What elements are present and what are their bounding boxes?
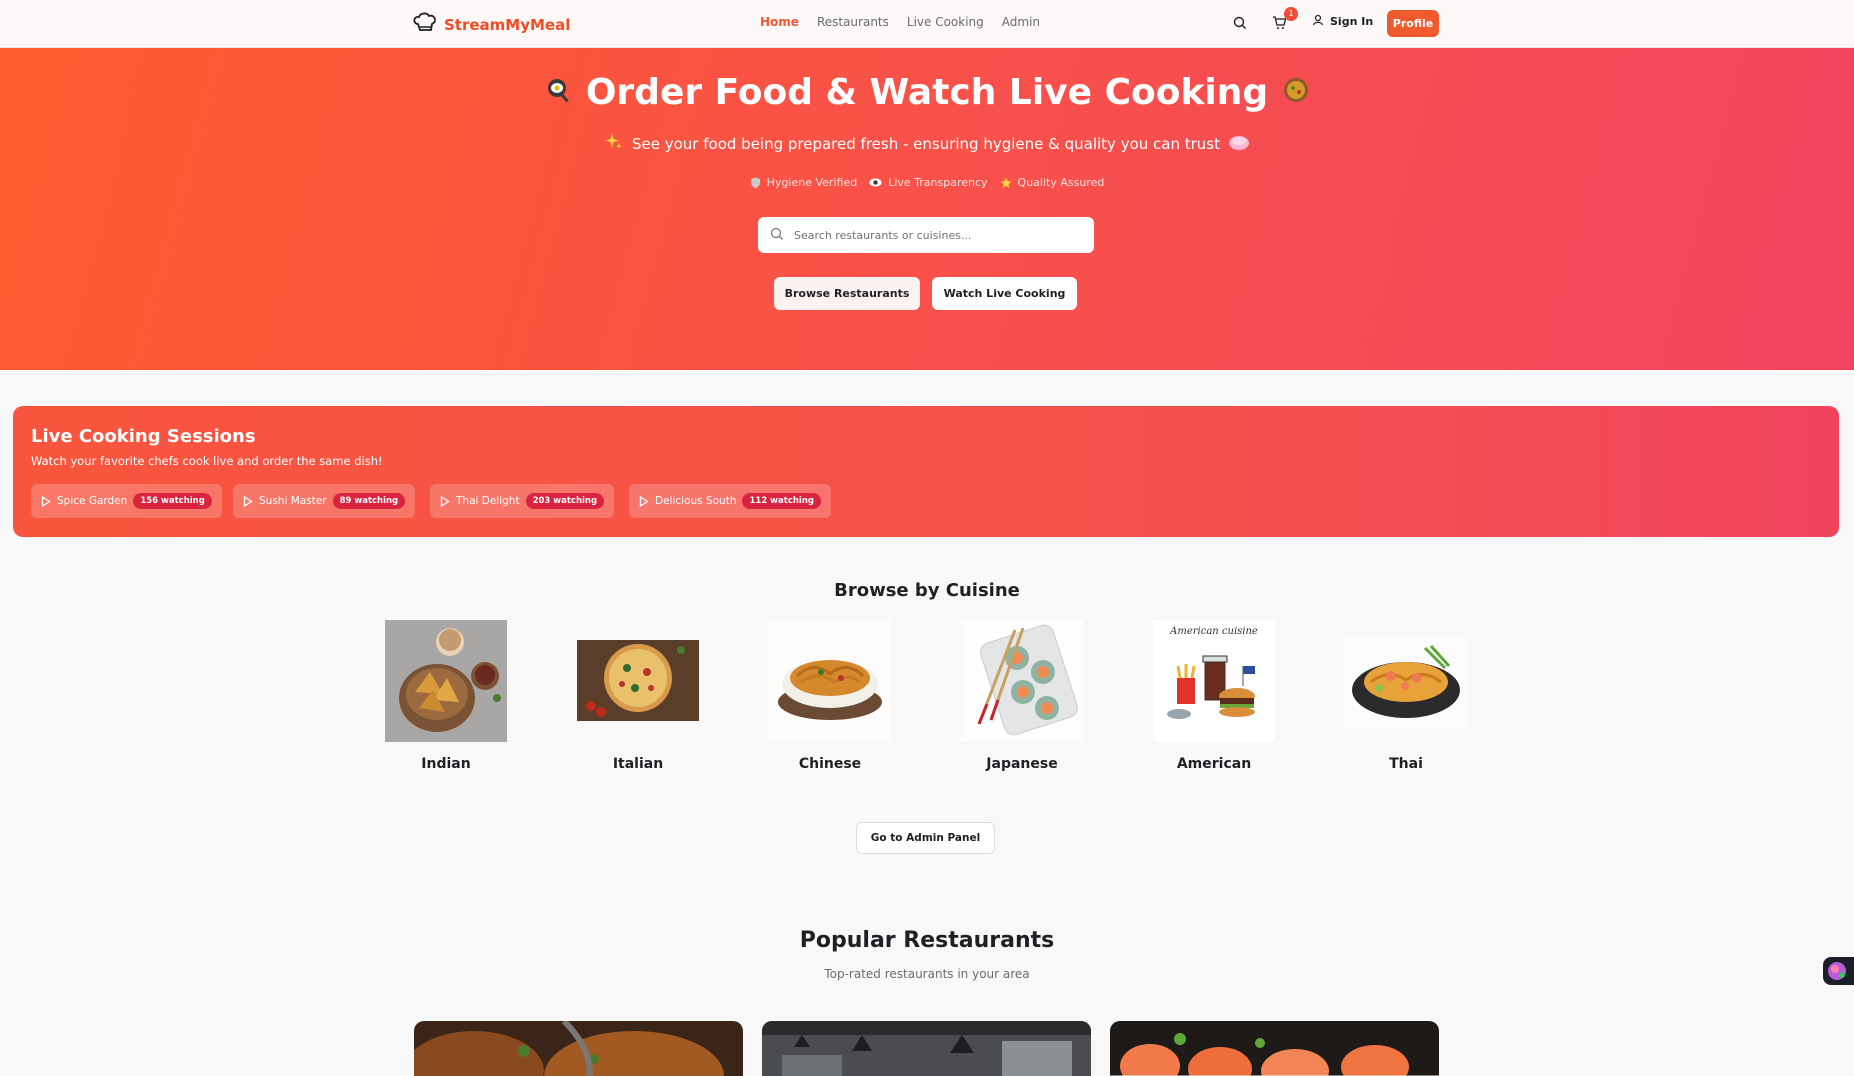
sparkles-icon — [604, 132, 624, 156]
cuisine-card-american[interactable]: American cuisine American — [1153, 620, 1275, 772]
restaurant-image — [762, 1021, 1091, 1076]
restaurant-card[interactable] — [1110, 1021, 1439, 1076]
watching-count-badge: 156 watching — [133, 493, 212, 509]
cuisine-card-italian[interactable]: Italian — [577, 620, 699, 772]
session-name: Delicious South — [655, 495, 737, 507]
user-icon — [1312, 14, 1324, 29]
play-icon — [41, 495, 51, 507]
cuisine-card-thai[interactable]: Thai — [1345, 620, 1467, 772]
chat-widget-button[interactable] — [1823, 957, 1854, 985]
hero-search-box[interactable] — [758, 217, 1094, 253]
chef-hat-icon — [412, 12, 438, 38]
play-icon — [440, 495, 450, 507]
browse-cuisine-title: Browse by Cuisine — [834, 580, 1020, 601]
search-icon — [770, 226, 784, 245]
main-nav: Home Restaurants Live Cooking Admin — [760, 15, 1040, 29]
cuisine-name: Italian — [612, 756, 664, 772]
cuisine-card-chinese[interactable]: Chinese — [769, 620, 891, 772]
play-icon — [639, 495, 649, 507]
cuisine-image — [1345, 620, 1467, 742]
cart-icon[interactable]: 1 — [1272, 7, 1298, 34]
star-icon — [1000, 177, 1012, 188]
hero-section: Order Food & Watch Live Cooking See your… — [0, 48, 1854, 370]
cuisine-image — [769, 620, 891, 742]
session-name: Spice Garden — [57, 495, 128, 507]
cuisine-card-indian[interactable]: Indian — [385, 620, 507, 772]
cuisine-image — [577, 620, 699, 742]
american-cuisine-caption: American cuisine — [1170, 626, 1258, 637]
cuisine-name: Indian — [421, 756, 471, 772]
badge-transparency: Live Transparency — [869, 176, 988, 189]
cuisine-image — [385, 620, 507, 742]
eye-icon — [869, 178, 882, 187]
sign-in-button[interactable]: Sign In — [1312, 14, 1373, 29]
cuisine-name: Japanese — [986, 756, 1058, 772]
restaurant-image — [414, 1021, 743, 1076]
search-icon[interactable] — [1233, 15, 1247, 34]
nav-restaurants[interactable]: Restaurants — [817, 15, 889, 29]
watch-live-cooking-button[interactable]: Watch Live Cooking — [932, 277, 1077, 310]
restaurant-image — [1110, 1021, 1439, 1076]
badge-quality: Quality Assured — [1000, 176, 1104, 189]
hero-title: Order Food & Watch Live Cooking — [0, 72, 1854, 113]
soap-icon — [1228, 133, 1250, 155]
nav-home[interactable]: Home — [760, 15, 799, 29]
profile-button[interactable]: Profile — [1387, 10, 1439, 37]
live-sessions-banner: Live Cooking Sessions Watch your favorit… — [13, 406, 1839, 537]
live-session-chip[interactable]: Sushi Master 89 watching — [233, 484, 416, 518]
cuisine-image — [961, 620, 1083, 742]
brand-logo[interactable]: StreamMyMeal — [412, 12, 570, 38]
nav-admin[interactable]: Admin — [1002, 15, 1040, 29]
brand-name: StreamMyMeal — [444, 16, 571, 34]
go-to-admin-button[interactable]: Go to Admin Panel — [856, 822, 995, 854]
cuisine-name: Thai — [1389, 756, 1423, 772]
frying-pan-icon — [544, 72, 572, 113]
live-session-chip[interactable]: Delicious South 112 watching — [629, 484, 831, 518]
nav-live-cooking[interactable]: Live Cooking — [907, 15, 984, 29]
cuisine-name: American — [1176, 756, 1252, 772]
cuisine-image: American cuisine — [1153, 620, 1275, 742]
watching-count-badge: 112 watching — [742, 493, 821, 509]
hero-subtitle: See your food being prepared fresh - ens… — [0, 132, 1854, 156]
live-sessions-subtitle: Watch your favorite chefs cook live and … — [31, 454, 383, 468]
assistant-orb-icon — [1828, 962, 1846, 980]
popular-restaurants-subtitle: Top-rated restaurants in your area — [824, 967, 1030, 981]
cuisine-card-japanese[interactable]: Japanese — [961, 620, 1083, 772]
live-sessions-title: Live Cooking Sessions — [31, 426, 256, 447]
play-icon — [243, 495, 253, 507]
restaurant-card[interactable] — [414, 1021, 743, 1076]
search-input[interactable] — [794, 228, 1074, 242]
session-name: Sushi Master — [259, 495, 327, 507]
top-navbar: StreamMyMeal Home Restaurants Live Cooki… — [0, 0, 1854, 48]
trust-badges: Hygiene Verified Live Transparency Quali… — [0, 176, 1854, 189]
cuisine-name: Chinese — [798, 756, 862, 772]
sign-in-label: Sign In — [1330, 15, 1374, 28]
food-bowl-icon — [1282, 72, 1310, 113]
watching-count-badge: 203 watching — [525, 493, 605, 509]
restaurant-card[interactable] — [762, 1021, 1091, 1076]
watching-count-badge: 89 watching — [332, 493, 406, 509]
session-name: Thai Delight — [456, 495, 520, 507]
badge-hygiene: Hygiene Verified — [750, 176, 857, 189]
hero-subtitle-text: See your food being prepared fresh - ens… — [632, 135, 1220, 153]
browse-restaurants-button[interactable]: Browse Restaurants — [774, 277, 920, 310]
cart-count-badge: 1 — [1284, 7, 1298, 21]
hero-title-text: Order Food & Watch Live Cooking — [585, 72, 1269, 113]
live-session-chip[interactable]: Spice Garden 156 watching — [31, 484, 222, 518]
popular-restaurants-title: Popular Restaurants — [799, 928, 1055, 953]
live-session-chip[interactable]: Thai Delight 203 watching — [430, 484, 615, 518]
shield-icon — [750, 177, 760, 188]
